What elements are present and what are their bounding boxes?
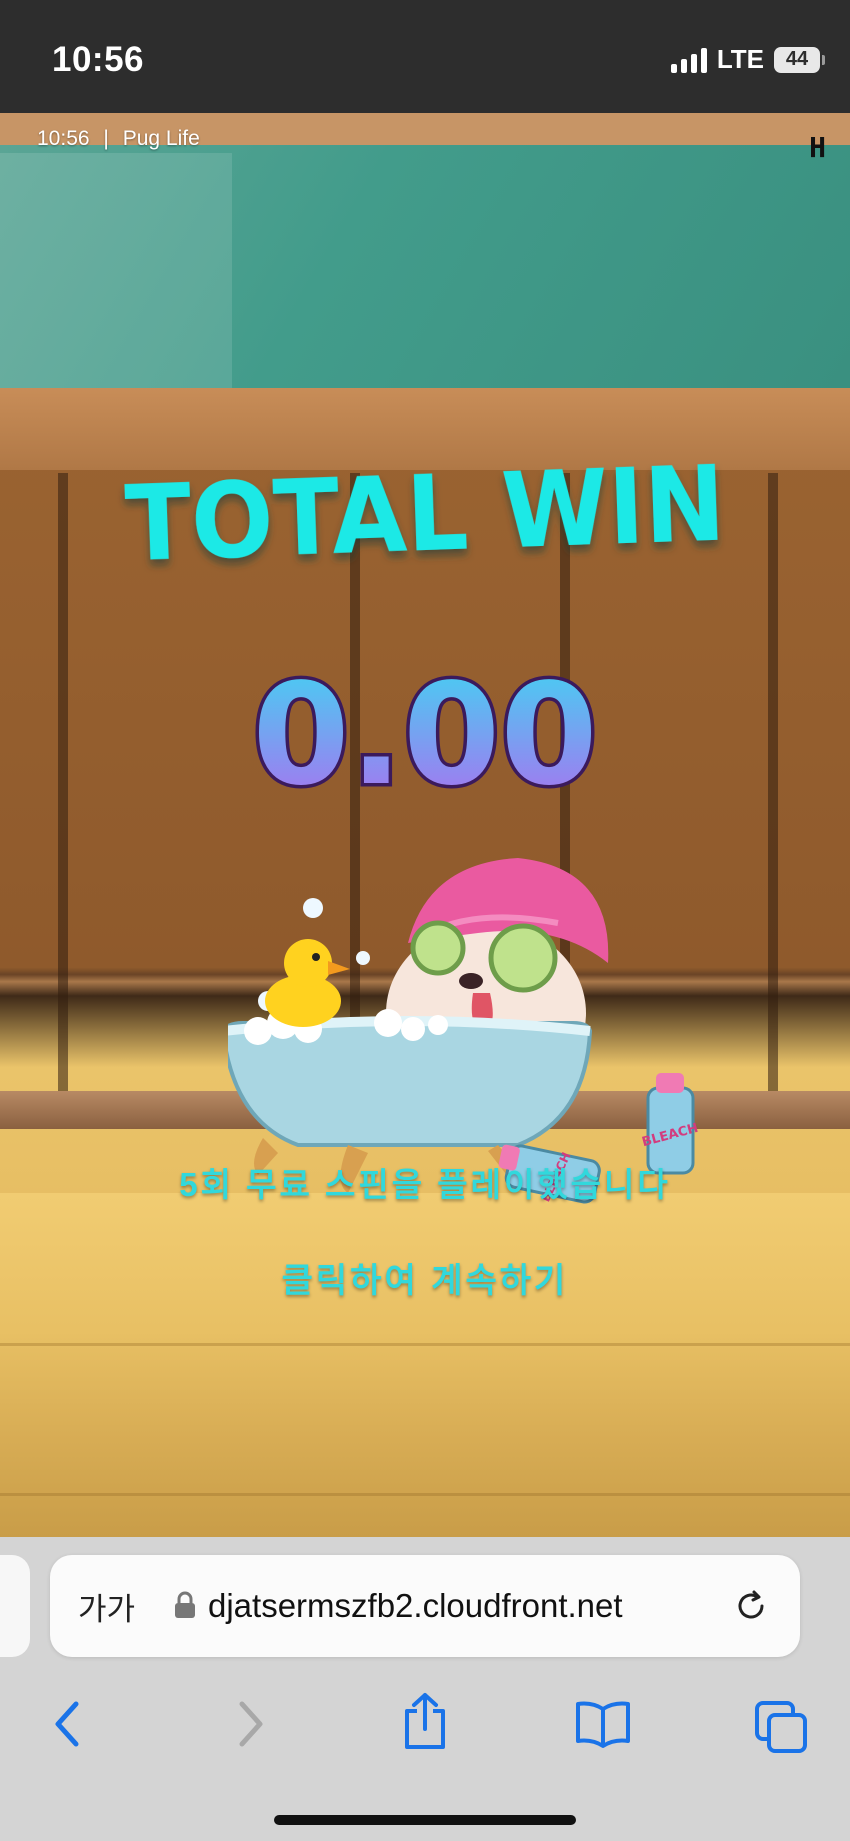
url-text[interactable]: djatsermszfb2.cloudfront.net [208,1587,623,1625]
total-win-title: TOTAL WIN [0,418,850,593]
status-time: 10:56 [52,40,145,79]
win-amount-display: 0.00 [0,638,850,823]
bubble-icon [303,898,323,918]
bathtub-icon [228,1021,593,1147]
free-spins-played-message: 5회 무료 스핀을 플레이했습니다 [179,1166,671,1203]
floor-board-line [0,1493,850,1496]
cucumber-slice-icon [410,920,466,976]
background-floor [0,1193,850,1537]
rubber-duck-icon [265,939,350,1027]
forward-icon[interactable] [230,1699,270,1749]
win-amount-graphic: 0.00 [249,651,601,821]
text-size-button[interactable]: 가가 [78,1584,135,1629]
share-icon[interactable] [400,1691,450,1751]
reload-icon[interactable] [732,1587,770,1625]
bookmarks-icon[interactable] [574,1699,632,1749]
pug-nose [459,973,483,989]
game-info-bar: 10:56 | Pug Life [37,127,200,151]
previous-tab-peek[interactable] [0,1555,30,1657]
battery-level: 44 [785,48,809,70]
game-info-separator: | [103,127,109,150]
game-info-time: 10:56 [37,127,90,150]
network-type: LTE [716,44,764,74]
back-icon[interactable] [48,1699,88,1749]
win-amount: 0.00 [252,654,597,817]
click-to-continue-button[interactable]: 클릭하여 계속하기 [0,1253,850,1302]
game-canvas[interactable]: 10:56 | Pug Life H TOTAL WIN 0.00 BLEACH… [0,113,850,1537]
home-indicator[interactable] [274,1815,576,1825]
browser-toolbar [0,1677,850,1777]
battery-icon: 44 [774,46,825,73]
lock-icon [175,1591,195,1618]
cucumber-slice-icon [488,923,558,993]
cellular-signal-icon [670,47,707,73]
background-window-glass [0,153,232,393]
browser-chrome: 가가 djatsermszfb2.cloudfront.net [0,1537,850,1841]
status-indicators: LTE 44 [670,44,825,75]
tabs-icon[interactable] [753,1699,809,1755]
bubble-icon [356,951,370,965]
total-win-label: TOTAL WIN [123,443,727,586]
game-title: Pug Life [122,127,200,150]
address-bar[interactable]: 가가 djatsermszfb2.cloudfront.net [50,1555,800,1657]
provider-logo: H [809,131,826,164]
floor-board-line [0,1343,850,1346]
status-bar: 10:56 LTE 44 [0,0,850,113]
total-win-heading: TOTAL WIN [123,443,727,586]
